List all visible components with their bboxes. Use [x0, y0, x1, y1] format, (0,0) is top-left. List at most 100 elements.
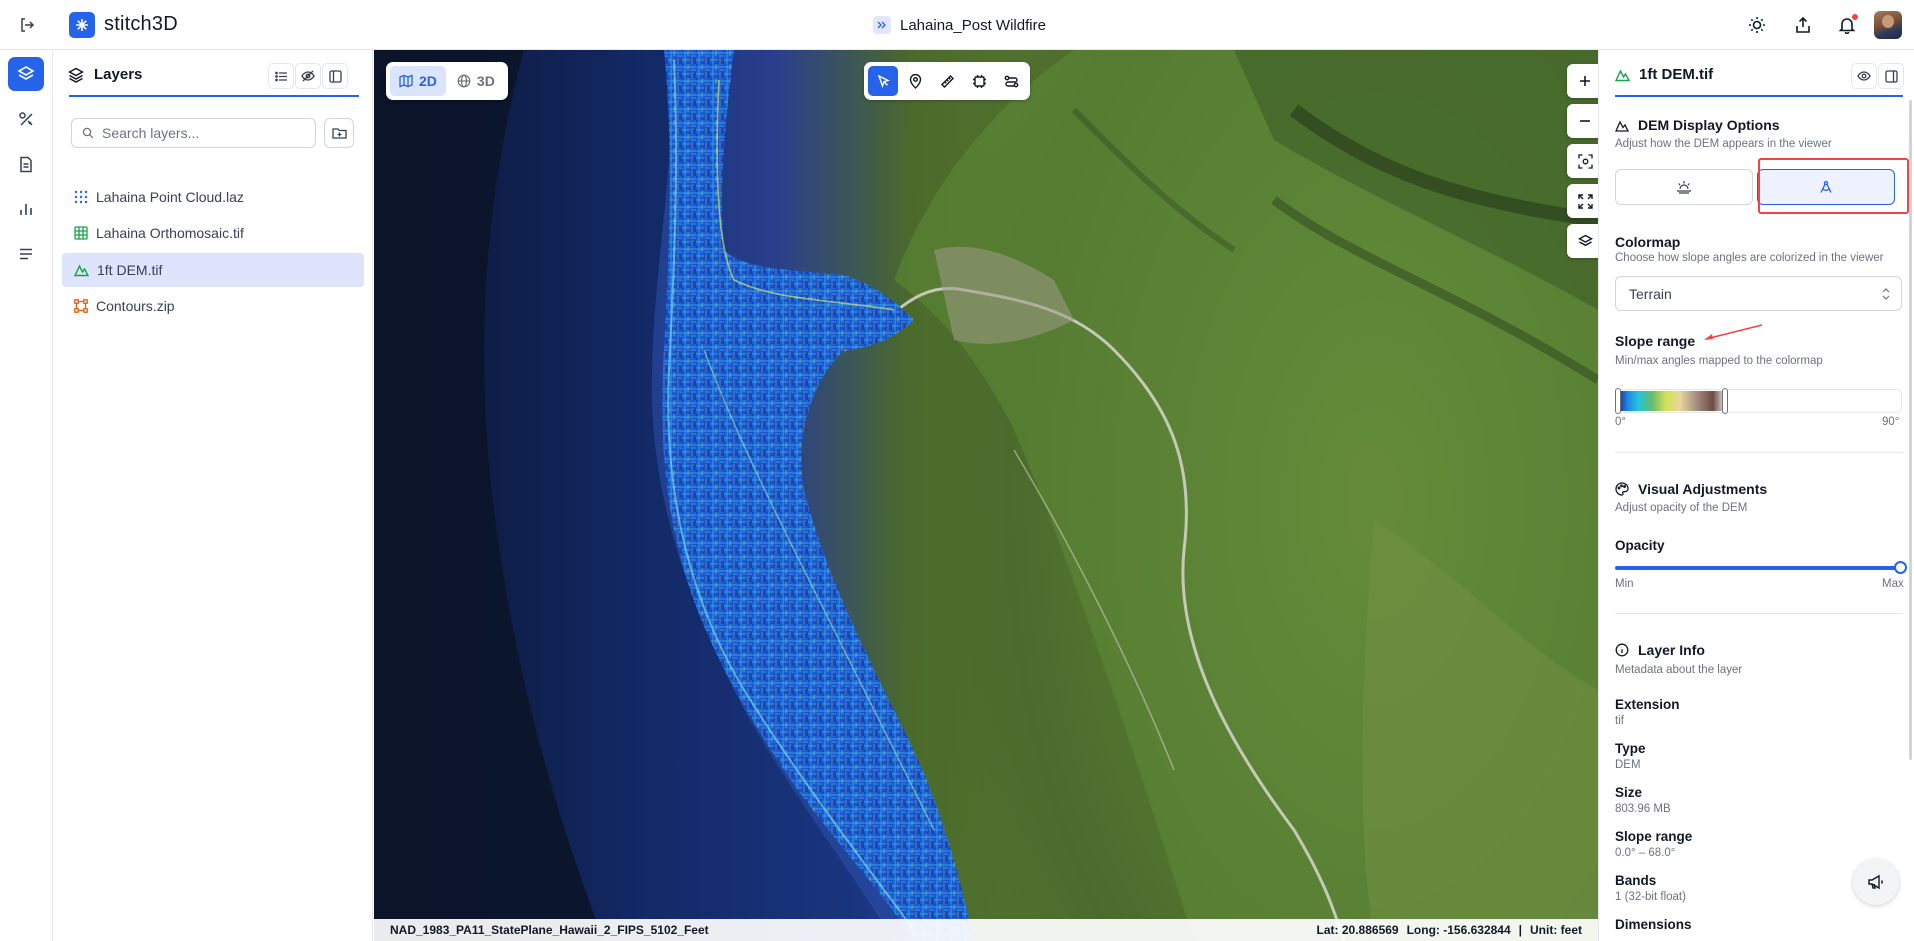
- info-field-label: Bands: [1615, 873, 1657, 888]
- info-field-label: Slope range: [1615, 829, 1693, 844]
- layer-info-title: Layer Info: [1638, 642, 1705, 658]
- map-pin-icon[interactable]: [900, 66, 930, 96]
- info-field-value: 0.0° – 68.0°: [1615, 847, 1676, 859]
- user-avatar[interactable]: [1874, 11, 1902, 39]
- slope-max-label: 90°: [1882, 416, 1900, 428]
- satellite-imagery: [374, 50, 1598, 941]
- basemap-layers-button[interactable]: [1567, 224, 1598, 258]
- share-upload-icon[interactable]: [1790, 12, 1816, 38]
- project-title: Lahaina_Post Wildfire: [900, 16, 1046, 34]
- map-viewer[interactable]: 2D 3D NAD_1983_PA11_StatePlane_Hawaii_2_…: [374, 50, 1598, 941]
- latitude-readout: Lat: 20.886569: [1316, 923, 1399, 937]
- view-mode-toggle: 2D 3D: [386, 62, 508, 100]
- documents-nav-icon[interactable]: [8, 147, 44, 181]
- hillshade-sunrise-icon: [1677, 181, 1691, 194]
- properties-panel: 1ft DEM.tif DEM Display Options Adjust h…: [1598, 50, 1914, 941]
- layer-list-toggle-icon[interactable]: [268, 63, 294, 89]
- hillshade-mode-button[interactable]: [1615, 169, 1753, 205]
- slope-range-subtitle: Min/max angles mapped to the colormap: [1615, 355, 1823, 367]
- visual-adjustments-title: Visual Adjustments: [1638, 481, 1768, 497]
- slope-mode-button[interactable]: [1757, 169, 1895, 205]
- terrain-icon: [74, 264, 89, 277]
- select-pointer-icon[interactable]: [868, 66, 898, 96]
- info-field-label: Dimensions: [1615, 917, 1692, 932]
- layers-icon: [68, 67, 84, 83]
- megaphone-icon: [1868, 874, 1883, 890]
- unit-readout: Unit: feet: [1530, 923, 1582, 937]
- view-3d-label: 3D: [476, 73, 495, 89]
- map-icon: [399, 74, 413, 88]
- view-2d-button[interactable]: 2D: [390, 66, 446, 96]
- layer-item-dem[interactable]: 1ft DEM.tif: [62, 253, 364, 287]
- search-input[interactable]: [102, 125, 302, 141]
- feedback-megaphone-button[interactable]: [1853, 859, 1899, 905]
- layer-label: Contours.zip: [96, 298, 175, 314]
- dem-display-subtitle: Adjust how the DEM appears in the viewer: [1615, 138, 1832, 150]
- grid-raster-icon: [74, 226, 88, 240]
- view-3d-button[interactable]: 3D: [448, 66, 504, 96]
- path-route-icon[interactable]: [996, 66, 1026, 96]
- layer-item-point-cloud[interactable]: Lahaina Point Cloud.laz: [62, 180, 364, 214]
- opacity-heading: Opacity: [1615, 538, 1665, 553]
- add-folder-icon[interactable]: [324, 118, 354, 148]
- logout-icon[interactable]: [14, 12, 40, 38]
- collapse-panel-icon[interactable]: [322, 63, 348, 89]
- layer-item-orthomosaic[interactable]: Lahaina Orthomosaic.tif: [62, 216, 364, 250]
- info-field-value: 803.96 MB: [1615, 803, 1671, 815]
- theme-sun-icon[interactable]: [1744, 12, 1770, 38]
- slope-min-label: 0°: [1615, 416, 1626, 428]
- tools-nav-icon[interactable]: [8, 102, 44, 136]
- palette-icon: [1615, 482, 1629, 496]
- layer-label: 1ft DEM.tif: [97, 262, 163, 278]
- opacity-slider-track[interactable]: [1615, 566, 1901, 570]
- annotation-arrow-icon: [1704, 324, 1763, 340]
- search-layers-field[interactable]: [71, 118, 316, 148]
- project-title-area[interactable]: Lahaina_Post Wildfire: [873, 14, 1046, 36]
- colormap-gradient: [1617, 391, 1726, 411]
- properties-tab-underline: [1615, 95, 1903, 97]
- slope-min-handle[interactable]: [1615, 388, 1621, 414]
- notifications-bell-icon[interactable]: [1834, 12, 1860, 38]
- notification-badge: [1851, 13, 1859, 21]
- visibility-eye-icon[interactable]: [1851, 63, 1877, 89]
- layer-label: Lahaina Orthomosaic.tif: [96, 225, 244, 241]
- list-nav-icon[interactable]: [8, 237, 44, 271]
- globe-icon: [457, 74, 471, 88]
- info-field-value: 1 (32-bit float): [1615, 891, 1686, 903]
- info-circle-icon: [1615, 643, 1629, 657]
- chevron-updown-icon: [1882, 288, 1890, 300]
- fullscreen-button[interactable]: [1567, 184, 1598, 218]
- slope-max-handle[interactable]: [1722, 388, 1728, 414]
- hide-all-eye-off-icon[interactable]: [295, 63, 321, 89]
- properties-scrollbar[interactable]: [1909, 100, 1912, 760]
- dem-display-options-heading: DEM Display Options: [1615, 117, 1780, 133]
- area-polygon-icon[interactable]: [964, 66, 994, 96]
- layer-item-contours[interactable]: Contours.zip: [62, 289, 364, 323]
- colormap-title: Colormap: [1615, 234, 1681, 250]
- focus-center-button[interactable]: [1567, 144, 1598, 178]
- opacity-min-label: Min: [1615, 578, 1634, 590]
- opacity-slider-thumb[interactable]: [1894, 561, 1907, 574]
- layers-panel: Layers Lahaina Point Cloud.laz Lahaina O…: [53, 50, 373, 941]
- zoom-in-button[interactable]: [1567, 64, 1598, 98]
- slope-range-slider[interactable]: [1615, 388, 1902, 414]
- coordinate-status-bar: NAD_1983_PA11_StatePlane_Hawaii_2_FIPS_5…: [374, 919, 1598, 941]
- layer-info-heading: Layer Info: [1615, 642, 1705, 658]
- layers-title: Layers: [94, 66, 143, 83]
- colormap-select[interactable]: Terrain: [1615, 276, 1902, 311]
- collapse-right-panel-icon[interactable]: [1878, 63, 1904, 89]
- ruler-measure-icon[interactable]: [932, 66, 962, 96]
- layers-nav-icon[interactable]: [8, 57, 44, 91]
- app-name: stitch3D: [104, 13, 178, 35]
- top-bar: stitch3D Lahaina_Post Wildfire: [0, 0, 1914, 50]
- slope-range-title: Slope range: [1615, 333, 1696, 349]
- slope-range-heading: Slope range: [1615, 333, 1695, 349]
- analytics-chart-nav-icon[interactable]: [8, 192, 44, 226]
- view-2d-label: 2D: [419, 73, 437, 89]
- longitude-readout: Long: -156.632844: [1406, 923, 1511, 937]
- zoom-out-button[interactable]: [1567, 104, 1598, 138]
- terrain-icon: [1615, 68, 1630, 81]
- colormap-selected-value: Terrain: [1629, 285, 1672, 302]
- layer-info-subtitle: Metadata about the layer: [1615, 664, 1743, 676]
- minus-icon: [1580, 120, 1590, 122]
